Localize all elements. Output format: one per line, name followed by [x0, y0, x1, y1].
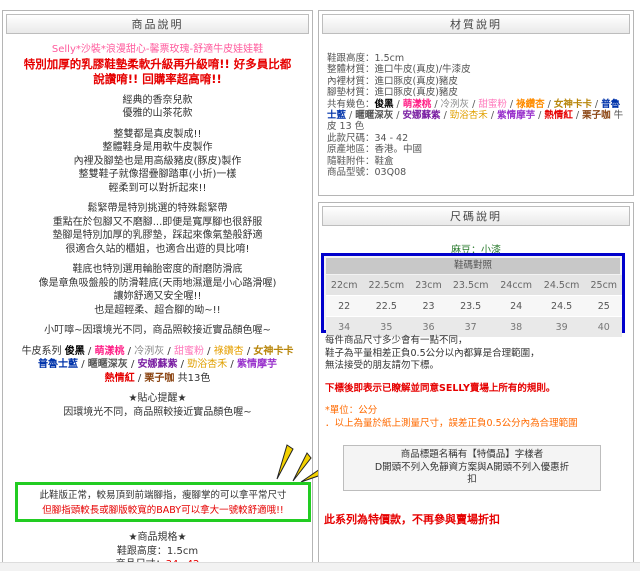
attention-rays-icon [276, 444, 322, 483]
desc-line: 整雙鞋子就像摺疊腳踏車(小折)一樣 [78, 169, 237, 180]
size-note: 鞋子為平量相差正負0.5公分以內都算是合理範圍， [325, 347, 540, 359]
intro-line: Selly*沙裝*浪漫甜心-馨票玫瑰-舒適牛皮娃娃鞋 [51, 44, 264, 55]
special-price-line: 商品標題名稱有【特價品】字樣者 [400, 449, 544, 460]
material-accessories: 隨鞋附件：鞋盒 [327, 155, 394, 167]
desc-line: 小叮嚀~因環境光不同，商品照較接近實品顏色喔~ [44, 325, 271, 336]
desc-line: 很適合久站的櫃姐，也適合出遊的貝比唷! [65, 243, 250, 255]
size-header: 尺碼說明 [322, 206, 630, 226]
desc-line: 整雙都是真皮製成!! [113, 128, 202, 140]
tip-title: ★貼心提醒★ [128, 393, 187, 404]
material-list: 鞋跟高度：1.5cm 整體材質：進口牛皮(真皮)/牛漆皮 內裡材質：進口豚皮(真… [327, 53, 627, 178]
special-price-notice: 商品標題名稱有【特價品】字樣者 D開頭不列入免靜資方案與A開頭不列入優惠折 扣 [343, 445, 601, 491]
unit-note: ．以上為量於紙上測量尺寸，誤差正負0.5公分內為合理範圍 [325, 417, 578, 429]
unit-title: *單位：公分 [325, 405, 378, 416]
color-list: 牛皮系列 俊黑 / 萌漾桃 / 冷洌灰 / 甜蜜粉 / 祿鑽杏 / 女神卡卡 [21, 345, 294, 357]
material-header: 材質說明 [322, 14, 630, 34]
material-model: 商品型號：03Q08 [327, 167, 407, 179]
desc-line: 像是章魚吸盤般的防滑鞋底(天雨地濕還是小心路滑喔) [38, 277, 277, 289]
desc-line: 輕柔到可以對折起來!! [108, 182, 207, 194]
material-panel: 材質說明 鞋跟高度：1.5cm 整體材質：進口牛皮(真皮)/牛漆皮 內裡材質：進… [318, 10, 634, 196]
table-row: 22 22.5 23 23.5 24 24.5 25 [326, 295, 622, 317]
special-price-line: D開頭不列入免靜資方案與A開頭不列入優惠折 [374, 461, 570, 473]
color-list: 普魯士藍 / 暱暱深灰 / 安娜蘇紫 / 勁浴杏禾 / 紫情摩芋 [38, 359, 277, 370]
fit-notice-line-red: 但腳指頭較長或腳版較寬的BABY可以拿大一號較舒適哦!! [42, 505, 284, 516]
size-note: 每件商品尺寸多少會有一點不同， [325, 335, 468, 346]
desc-line: 鞋底也特別選用輪胎密度的耐磨防滑底 [72, 264, 243, 275]
desc-line: 整體鞋身是用軟牛皮製作 [102, 142, 213, 153]
material-heel: 鞋跟高度：1.5cm [327, 53, 405, 64]
rules-notice: 下標後即表示已瞭解並同意SELLY賣場上所有的規則。 [325, 382, 556, 394]
size-chart-title: 鞋碼對照 [326, 258, 620, 274]
material-lining: 內裡材質：進口豚皮(真皮)豬皮 [327, 75, 458, 87]
promo-notice: 此系列為特價款，不再參與賣場折扣 [324, 513, 500, 526]
size-note: 無法接受的朋友請勿下標。 [325, 360, 440, 371]
product-description-header: 商品說明 [6, 14, 309, 34]
material-colors: 共有幾色：俊黑 / 萌漾桃 / 冷洌灰 / 甜蜜粉 / 祿鑽杏 / 女神卡卡 /… [327, 98, 624, 133]
size-notes: 每件商品尺寸多少會有一點不同， 鞋子為平量相差正負0.5公分以內都算是合理範圍，… [325, 335, 631, 430]
table-row: 22cm 22.5cm 23cm 23.5cm 24ccm 24.5cm 25cm [326, 275, 622, 296]
intro-headline: 特別加厚的乳膠鞋墊柔軟升級再升級唷!! 好多員比都 [23, 56, 292, 71]
desc-line: 讓妳舒適又安全喔!! [113, 291, 202, 302]
color-list: 熱情紅 / 栗子咖 共13色 [104, 372, 211, 384]
special-price-line: 扣 [467, 474, 477, 485]
spec-title: ★商品規格★ [128, 532, 187, 543]
size-panel: 尺碼說明 麻豆：小漆 鞋碼對照 22cm 22.5cm 23cm 23.5cm 24cc… [318, 202, 634, 563]
material-upper: 整體材質：進口牛皮(真皮)/牛漆皮 [327, 64, 471, 76]
desc-line: 鬆緊帶是特別挑選的特殊鬆緊帶 [87, 203, 228, 214]
desc-line: 經典的香奈兒款 [122, 94, 193, 106]
spec-heel: 鞋跟高度：1.5cm [116, 545, 199, 557]
desc-line: 墊腳是特別加厚的乳膠墊，踩起來像氣墊般舒適 [52, 230, 263, 241]
desc-line: 優雅的山茶花款 [122, 108, 193, 119]
desc-line: 內裡及腳墊也是用高級豬皮(豚皮)製作 [73, 155, 242, 167]
material-sizes: 此款尺碼：34 - 42 [327, 132, 409, 144]
tip-text: 因環境光不同，商品照較接近實品顏色喔~ [63, 406, 252, 418]
product-description-panel: 商品說明 Selly*沙裝*浪漫甜心-馨票玫瑰-舒適牛皮娃娃鞋 特別加厚的乳膠鞋… [2, 10, 322, 570]
material-origin: 原產地區：香港。中國 [327, 144, 423, 156]
intro-headline-2: 說讚唷!! 回購率超高唷!! [93, 71, 222, 86]
size-chart: 鞋碼對照 22cm 22.5cm 23cm 23.5cm 24ccm 24.5cm 25cm… [321, 253, 625, 338]
fit-notice-box: 此鞋版正常，較易頂到前端腳指，瘦腳掌的可以拿平常尺寸 但腳指頭較長或腳版較寬的B… [15, 482, 311, 522]
size-table: 22cm 22.5cm 23cm 23.5cm 24ccm 24.5cm 25cm 22 22… [326, 275, 622, 338]
fit-notice-line: 此鞋版正常，較易頂到前端腳指，瘦腳掌的可以拿平常尺寸 [39, 490, 287, 501]
material-insole: 腳墊材質：進口豚皮(真皮)豬皮 [327, 87, 458, 99]
desc-line: 重點在於包腳又不磨腳...即便是寬厚腳也很舒服 [52, 216, 263, 228]
desc-line: 也是超輕柔、超合腳的呦~!! [94, 304, 221, 316]
